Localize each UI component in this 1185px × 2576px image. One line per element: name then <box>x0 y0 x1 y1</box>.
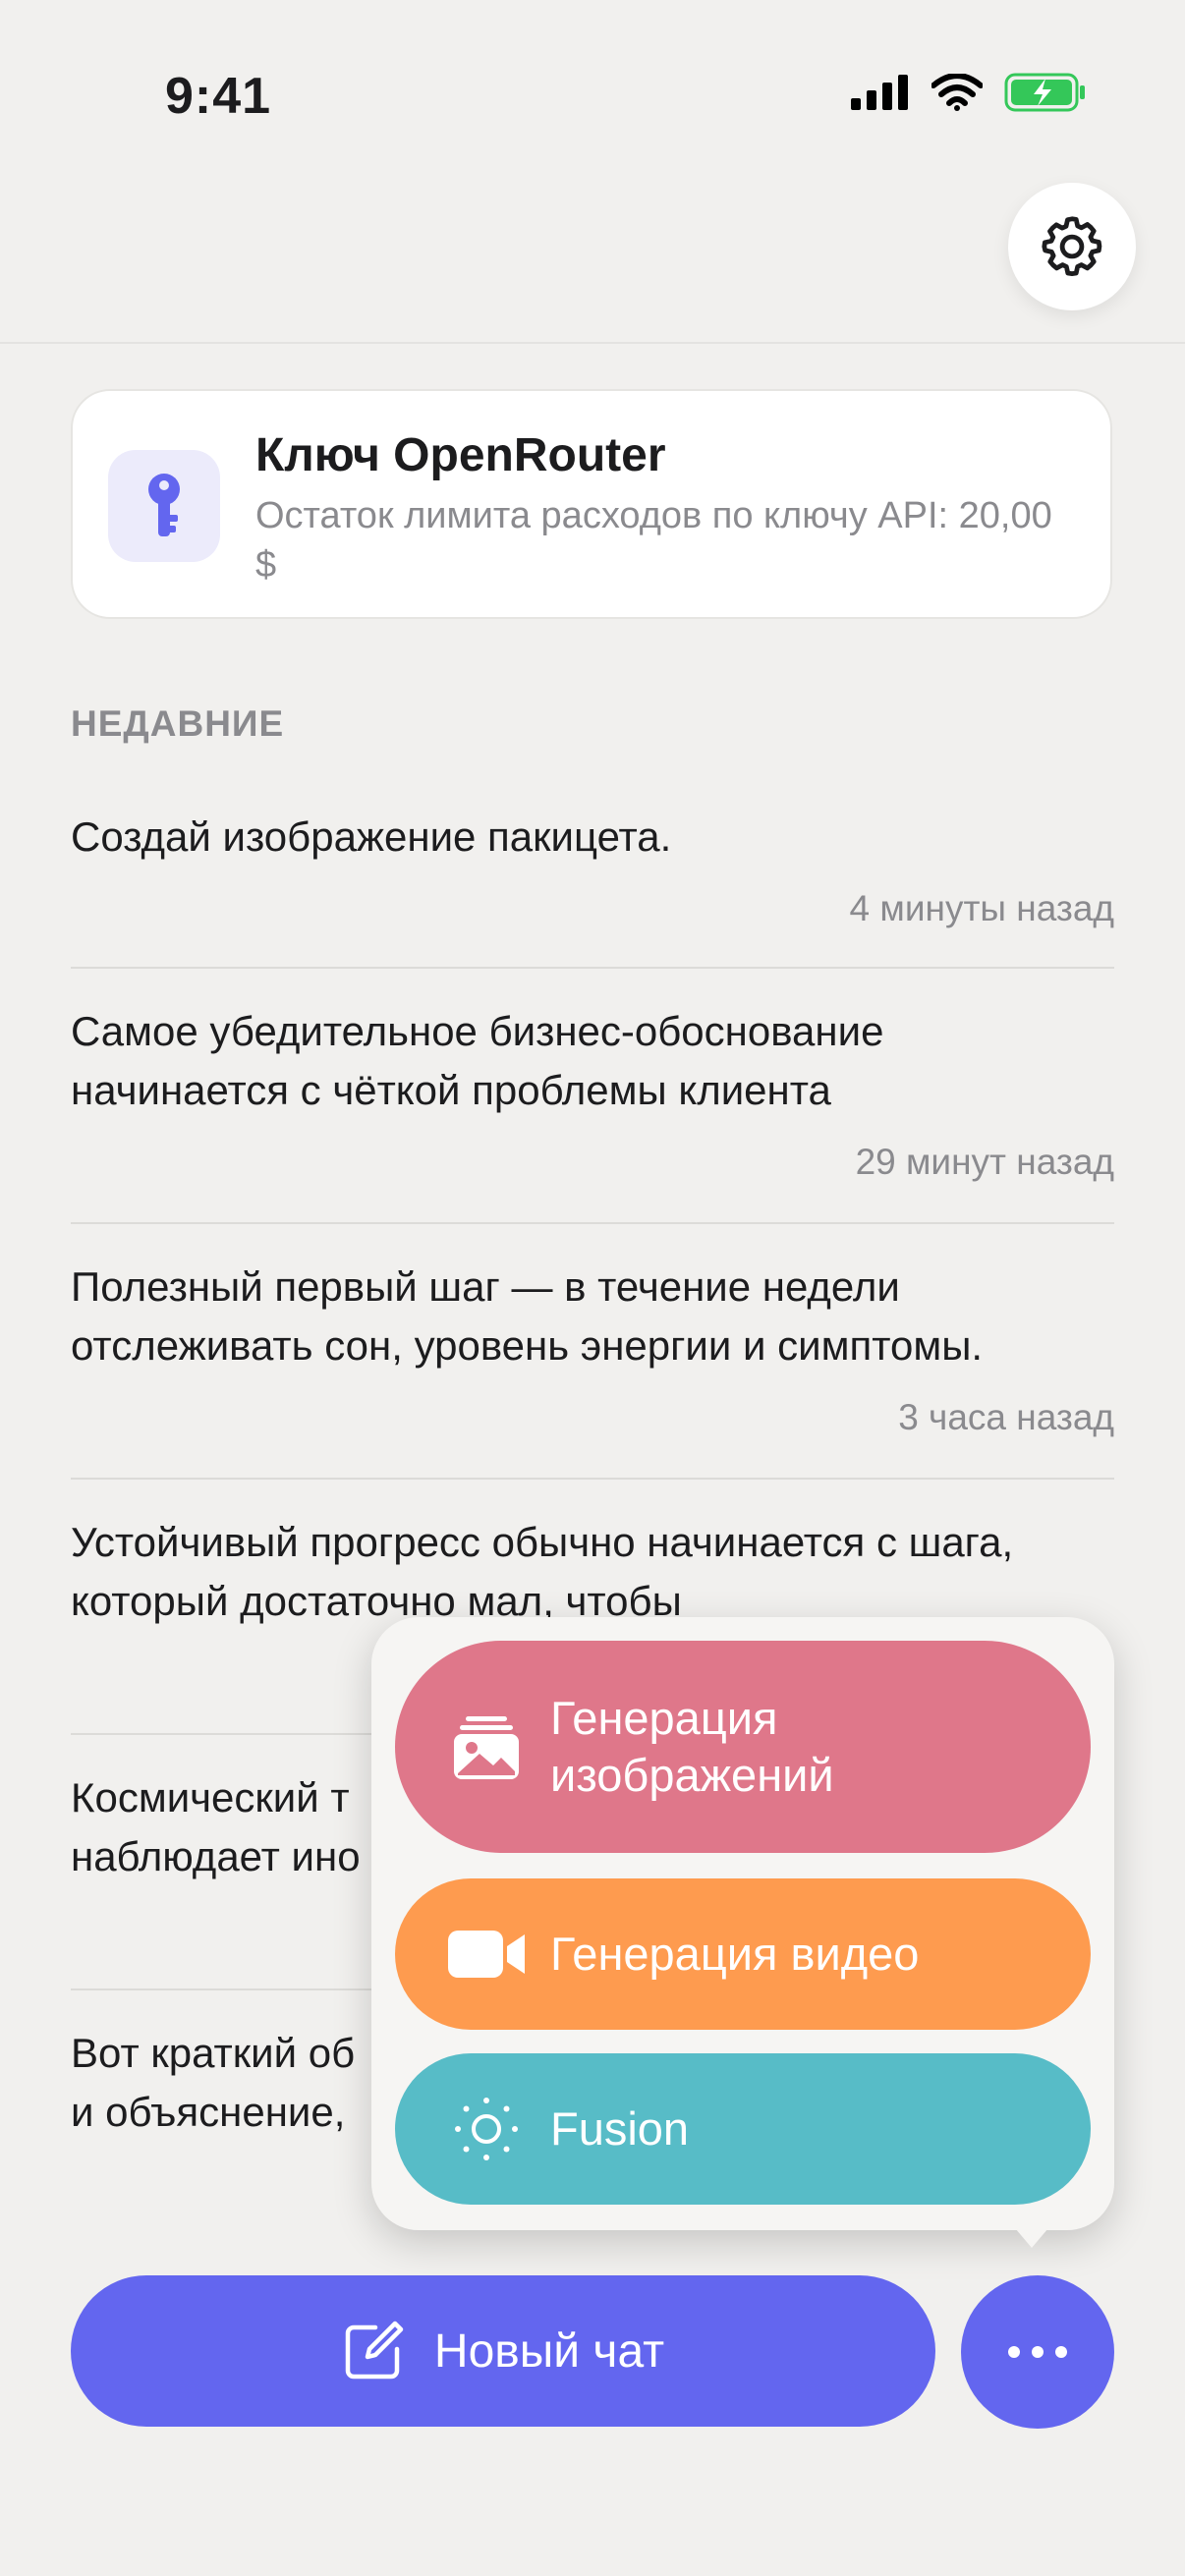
image-generation-label: Генерация изображений <box>550 1692 834 1801</box>
image-stack-icon <box>442 1712 531 1781</box>
chat-timestamp: 3 часа назад <box>898 1397 1114 1437</box>
wifi-icon <box>931 74 983 111</box>
fusion-label: Fusion <box>550 2102 690 2155</box>
chat-list-item[interactable]: Полезный первый шаг — в течение недели о… <box>71 1258 1114 1454</box>
ellipsis-icon <box>1008 2346 1067 2358</box>
recent-section-label: НЕДАВНИЕ <box>71 703 285 744</box>
key-icon-container <box>108 450 220 562</box>
fusion-button[interactable]: Fusion <box>395 2053 1091 2205</box>
video-generation-label: Генерация видео <box>550 1928 920 1980</box>
chat-timestamp: 4 минуты назад <box>849 888 1114 928</box>
new-chat-button[interactable]: Новый чат <box>71 2275 935 2427</box>
chat-list-item[interactable]: Создай изображение пакицета. 4 минуты на… <box>71 808 1114 945</box>
create-menu-popup: Генерация изображений Генерация видео Fu… <box>371 1617 1114 2230</box>
key-card-title: Ключ OpenRouter <box>255 429 666 481</box>
status-bar: 9:41 <box>0 0 1185 187</box>
key-icon <box>148 474 180 536</box>
popup-pointer <box>1010 2222 1053 2248</box>
key-card-subtitle: Остаток лимита расходов по ключу API: 20… <box>255 495 1052 586</box>
chat-preview-text: Полезный первый шаг — в течение недели о… <box>71 1263 984 1369</box>
new-chat-label: Новый чат <box>433 2324 665 2378</box>
video-generation-button[interactable]: Генерация видео <box>395 1878 1091 2030</box>
gear-icon <box>1042 216 1102 276</box>
openrouter-key-card[interactable]: Ключ OpenRouter Остаток лимита расходов … <box>71 389 1112 619</box>
chat-preview-text: Создай изображение пакицета. <box>71 813 672 860</box>
video-camera-icon <box>442 1929 531 1980</box>
settings-button[interactable] <box>1008 183 1136 310</box>
image-generation-button[interactable]: Генерация изображений <box>395 1641 1091 1853</box>
chat-list-item[interactable]: Самое убедительное бизнес-обоснование на… <box>71 1002 1114 1199</box>
chat-timestamp: 29 минут назад <box>855 1142 1114 1182</box>
chat-preview-text: Вот краткий об и объяснение, <box>71 2030 356 2135</box>
battery-icon <box>1004 73 1085 112</box>
compose-icon <box>345 2321 404 2380</box>
status-icons <box>851 73 1087 112</box>
sun-icon <box>442 2095 531 2163</box>
signal-icon <box>851 75 908 110</box>
chat-preview-text: Самое убедительное бизнес-обоснование на… <box>71 1008 884 1113</box>
list-divider <box>71 1222 1114 1224</box>
chat-preview-text: Устойчивый прогресс обычно начинается с … <box>71 1519 1014 1624</box>
list-divider <box>71 1478 1114 1480</box>
header-divider <box>0 342 1185 344</box>
chat-preview-text: Космический т наблюдает ино <box>71 1774 361 1879</box>
status-time: 9:41 <box>165 68 272 125</box>
list-divider <box>71 967 1114 969</box>
chat-list-item[interactable]: Устойчивый прогресс обычно начинается с … <box>71 1513 1114 1631</box>
more-button[interactable] <box>961 2275 1114 2429</box>
